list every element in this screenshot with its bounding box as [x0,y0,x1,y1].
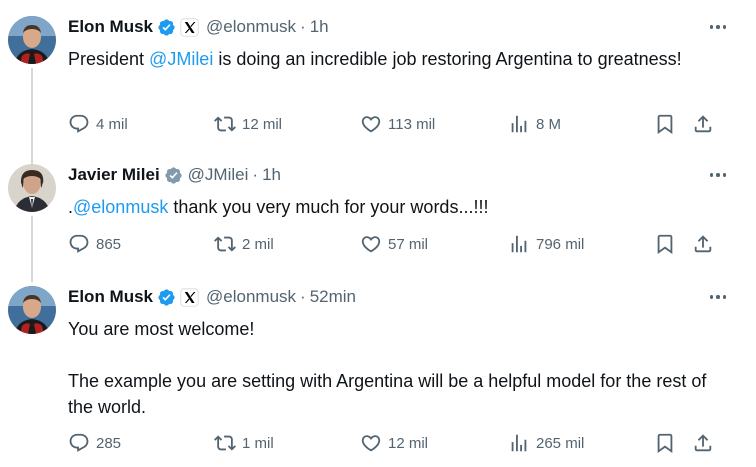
retweet-count: 1 mil [242,434,274,452]
like-icon [361,116,381,133]
like-icon [361,236,381,253]
like-button[interactable]: 113 mil [360,112,435,136]
share-icon [694,235,712,253]
reply-count: 285 [96,434,122,452]
bookmark-button[interactable] [654,232,676,256]
retweet-button[interactable]: 1 mil [214,431,274,455]
more-icon[interactable] [704,18,732,36]
retweet-button[interactable]: 2 mil [214,232,274,256]
mention-link[interactable]: @elonmusk [73,197,168,217]
action-bar: 865 2 mil 57 mil 796 mil [68,232,732,256]
view-count: 265 mil [536,434,585,452]
retweet-icon [214,435,236,451]
timestamp[interactable]: 1h [310,17,329,37]
like-button[interactable]: 57 mil [360,232,428,256]
reply-button[interactable]: 285 [68,431,121,455]
separator-dot: · [252,165,259,184]
reply-icon [69,234,89,253]
reply-button[interactable]: 4 mil [68,112,128,136]
view-count: 796 mil [536,235,585,253]
avatar-elon-musk[interactable] [8,286,56,334]
like-count: 113 mil [388,115,436,133]
verified-badge-icon [158,288,175,306]
verified-badge-icon [158,18,175,36]
author-handle[interactable]: @elonmusk [206,287,296,307]
views-icon [511,115,527,133]
tweet-1[interactable]: Elon Musk @elonmusk · 1h President @JMil… [0,16,756,146]
retweet-button[interactable]: 12 mil [214,112,282,136]
reply-count: 4 mil [96,115,128,133]
avatar-javier-milei[interactable] [8,164,56,212]
tweet-2[interactable]: Javier Milei @JMilei · 1h .@elonmusk tha… [0,164,756,264]
timestamp[interactable]: 1h [262,165,281,185]
share-button[interactable] [692,232,714,256]
action-bar: 285 1 mil 12 mil 265 mil [68,431,732,455]
bookmark-button[interactable] [654,431,676,455]
share-icon [694,434,712,452]
view-count: 8 M [536,115,562,133]
like-icon [361,435,381,452]
reply-button[interactable]: 865 [68,232,121,256]
x-affiliation-icon[interactable] [180,17,199,37]
author-name[interactable]: Javier Milei [68,165,160,185]
reply-icon [69,114,89,133]
views-button[interactable]: 8 M [508,112,561,136]
tweet-text-line-2: The example you are setting with Argenti… [68,371,707,417]
more-icon[interactable] [704,166,732,184]
action-bar: 4 mil 12 mil 113 mil 8 M [68,112,732,136]
views-icon [511,434,527,452]
separator-dot: · [300,287,306,306]
bookmark-icon [657,433,673,454]
author-name[interactable]: Elon Musk [68,17,153,37]
retweet-count: 2 mil [242,235,274,253]
reply-icon [69,433,89,452]
avatar-elon-musk[interactable] [8,16,56,64]
retweet-icon [214,236,236,252]
more-icon[interactable] [704,288,732,306]
x-affiliation-icon[interactable] [180,287,199,307]
tweet-text: You are most welcome! The example you ar… [68,316,732,420]
timestamp[interactable]: 52min [310,287,356,307]
author-handle[interactable]: @elonmusk [206,17,296,37]
verified-badge-icon [165,166,182,184]
share-button[interactable] [692,112,714,136]
separator-dot: · [300,17,306,36]
share-icon [694,115,712,133]
bookmark-icon [657,234,673,255]
mention-link[interactable]: @JMilei [149,49,213,69]
views-button[interactable]: 265 mil [508,431,584,455]
bookmark-button[interactable] [654,112,676,136]
retweet-icon [214,116,236,132]
tweet-text: President @JMilei is doing an incredible… [68,49,682,69]
author-handle[interactable]: @JMilei [188,165,249,185]
views-icon [511,235,527,253]
tweet-3[interactable]: Elon Musk @elonmusk · 52min You are most… [0,286,756,462]
bookmark-icon [657,114,673,135]
views-button[interactable]: 796 mil [508,232,584,256]
tweet-text-line-1: You are most welcome! [68,319,255,339]
like-count: 12 mil [388,434,429,452]
like-count: 57 mil [388,235,429,253]
share-button[interactable] [692,431,714,455]
retweet-count: 12 mil [242,115,283,133]
reply-count: 865 [96,235,122,253]
tweet-text: .@elonmusk thank you very much for your … [68,197,489,217]
author-name[interactable]: Elon Musk [68,287,153,307]
like-button[interactable]: 12 mil [360,431,428,455]
